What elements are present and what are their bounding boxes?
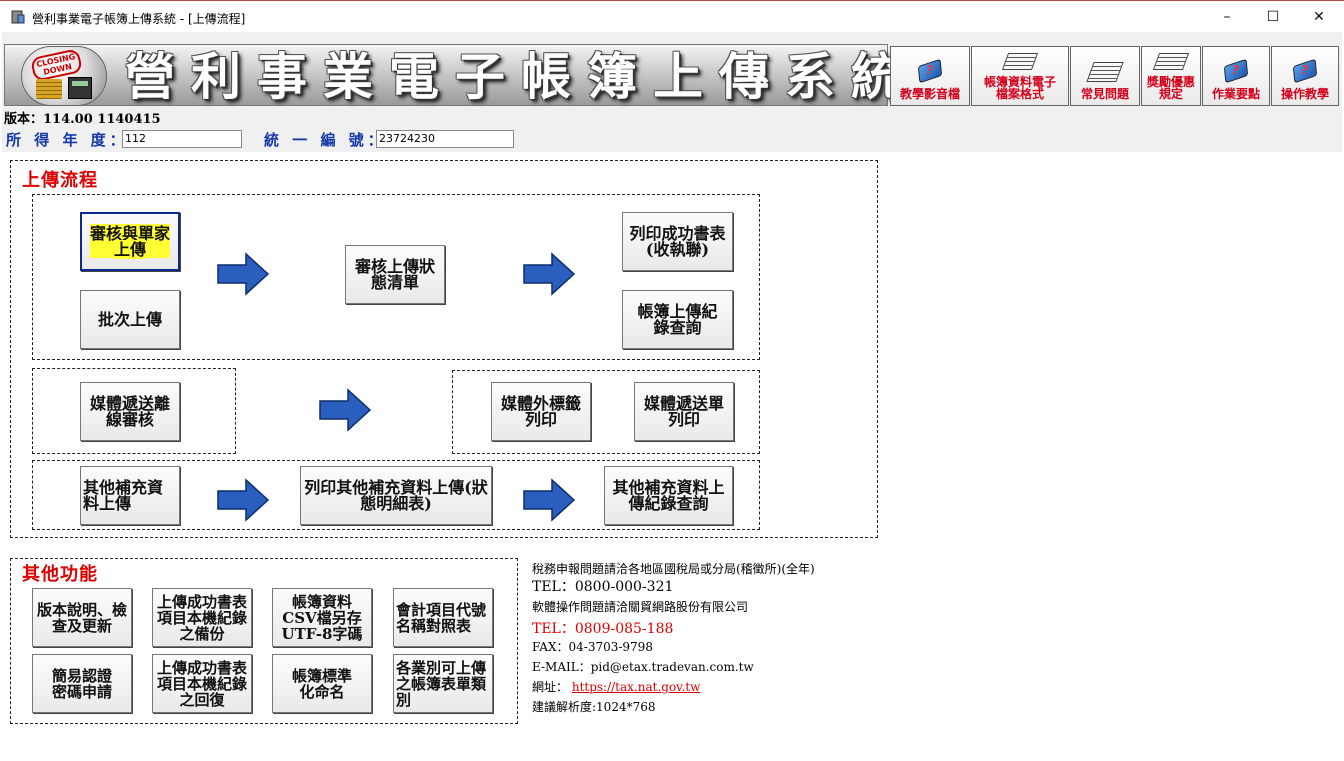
id-label: 統 一 編 號： <box>264 131 387 149</box>
password-apply-label: 簡易認證密碼申請 <box>51 666 112 701</box>
calculator-icon <box>68 77 92 99</box>
media-sheet-print-button[interactable]: 媒體遞送單列印 <box>634 382 734 441</box>
review-upload-line2: 上傳 <box>113 239 146 259</box>
button-label: 作業要點 <box>1211 87 1260 101</box>
csv-utf8-button[interactable]: 帳簿資料CSV檔另存UTF-8字碼 <box>272 588 372 647</box>
upload-log-label: 帳簿上傳紀錄查詢 <box>637 301 718 337</box>
review-status-button[interactable]: 審核上傳狀態清單 <box>345 245 445 304</box>
other-upload-log-button[interactable]: 其他補充資料上傳紀錄查詢 <box>604 466 733 525</box>
restore-records-label: 上傳成功書表項目本機紀錄之回復 <box>156 658 247 709</box>
csv-utf8-label: 帳簿資料CSV檔另存UTF-8字碼 <box>281 592 363 643</box>
other-upload-button[interactable]: 其他補充資料上傳 <box>80 466 180 525</box>
arrow-right-icon <box>523 478 576 522</box>
tax-tel-text: TEL：0800-000-321 <box>532 579 674 595</box>
review-status-label: 審核上傳狀態清單 <box>355 256 436 292</box>
button-label: 帳簿資料電子 檔案格式 <box>983 75 1056 101</box>
media-label-print-button[interactable]: 媒體外標籤列印 <box>491 382 591 441</box>
standard-naming-label: 帳簿標準化命名 <box>291 666 352 701</box>
password-apply-button[interactable]: 簡易認證密碼申請 <box>32 654 132 713</box>
arrow-right-icon <box>217 478 270 522</box>
software-tel-text: TEL：0809-085-188 <box>532 621 674 637</box>
book-question-icon <box>1223 58 1249 84</box>
button-label: 操作教學 <box>1280 87 1329 101</box>
book-question-icon <box>1292 58 1318 84</box>
book-question-icon <box>917 58 943 84</box>
print-other-label: 列印其他補充資料上傳(狀態明細表) <box>304 477 488 513</box>
arrow-right-icon <box>217 252 270 296</box>
incentive-rules-button[interactable]: 獎勵優惠 規定 <box>1141 46 1201 106</box>
print-other-status-button[interactable]: 列印其他補充資料上傳(狀態明細表) <box>300 466 492 525</box>
banner-title: 營利事業電子帳簿上傳系統 <box>125 47 917 106</box>
operation-tutorial-button[interactable]: 操作教學 <box>1271 46 1339 106</box>
window-title: 營利事業電子帳簿上傳系統 - [上傳流程] <box>32 12 246 26</box>
business-type-forms-button[interactable]: 各業別可上傳之帳簿表單類別 <box>393 654 493 713</box>
restore-records-button[interactable]: 上傳成功書表項目本機紀錄之回復 <box>152 654 252 713</box>
backup-records-label: 上傳成功書表項目本機紀錄之備份 <box>156 592 247 643</box>
app-icon <box>11 10 25 24</box>
website-row: 網址： https://tax.nat.gov.tw <box>532 678 700 695</box>
media-offline-button[interactable]: 媒體遞送離線審核 <box>80 382 180 441</box>
media-label-text: 媒體外標籤列印 <box>501 393 582 429</box>
button-label: 獎勵優惠 規定 <box>1146 75 1195 101</box>
tutorial-video-button[interactable]: 教學影音檔 <box>890 46 970 106</box>
paper-stack-icon <box>1152 53 1190 70</box>
account-code-table-button[interactable]: 會計項目代號名稱對照表 <box>393 588 493 647</box>
backup-records-button[interactable]: 上傳成功書表項目本機紀錄之備份 <box>152 588 252 647</box>
button-label: 常見問題 <box>1080 87 1129 101</box>
id-field-row: 統 一 編 號： <box>264 129 387 151</box>
software-contact-text: 軟體操作問題請洽關貿網路股份有限公司 <box>532 600 749 614</box>
id-input[interactable]: 23724230 <box>376 130 514 148</box>
email-text: E-MAIL：pid@etax.tradevan.com.tw <box>532 660 754 674</box>
batch-upload-button[interactable]: 批次上傳 <box>80 290 180 349</box>
field-row: 所 得 年 度： <box>6 129 129 151</box>
title-bar: 營利事業電子帳簿上傳系統 - [上傳流程] – ☐ ✕ <box>0 0 1344 32</box>
resolution-text: 建議解析度:1024*768 <box>532 700 656 714</box>
version-label: 版本：114.00 1140415 <box>4 112 161 127</box>
website-link[interactable]: https://tax.nat.gov.tw <box>572 680 701 694</box>
button-label: 教學影音檔 <box>899 87 960 101</box>
version-check-button[interactable]: 版本說明、檢查及更新 <box>32 588 132 647</box>
faq-button[interactable]: 常見問題 <box>1070 46 1140 106</box>
content-area: 上傳流程 審核與單家 上傳 批次上傳 審核上傳狀態清單 列印成功書表(收執聯) 帳… <box>2 152 1342 756</box>
media-sheet-text: 媒體遞送單列印 <box>644 393 725 429</box>
account-code-label: 會計項目代號名稱對照表 <box>396 600 487 635</box>
review-upload-label: 審核與單家 上傳 <box>89 223 170 259</box>
business-type-label: 各業別可上傳之帳簿表單類別 <box>396 658 487 709</box>
media-offline-label: 媒體遞送離線審核 <box>90 393 171 429</box>
maximize-button[interactable]: ☐ <box>1250 1 1296 33</box>
print-receipt-label: 列印成功書表(收執聯) <box>629 223 726 259</box>
paper-stack-icon <box>1001 53 1039 70</box>
fax-text: FAX：04-3703-9798 <box>532 640 653 654</box>
upload-log-button[interactable]: 帳簿上傳紀錄查詢 <box>622 290 733 349</box>
close-button[interactable]: ✕ <box>1296 1 1342 33</box>
operation-guidelines-button[interactable]: 作業要點 <box>1202 46 1270 106</box>
other-log-label: 其他補充資料上傳紀錄查詢 <box>612 477 725 513</box>
review-upload-button[interactable]: 審核與單家 上傳 <box>80 212 180 271</box>
file-format-button[interactable]: 帳簿資料電子 檔案格式 <box>971 46 1069 106</box>
upload-flow-title: 上傳流程 <box>22 170 98 191</box>
standard-naming-button[interactable]: 帳簿標準化命名 <box>272 654 372 713</box>
print-receipt-button[interactable]: 列印成功書表(收執聯) <box>622 212 733 271</box>
tax-contact-text: 稅務申報問題請洽各地區國稅局或分局(稽徵所)(全年) <box>532 562 815 576</box>
arrow-right-icon <box>319 388 372 432</box>
website-label: 網址： <box>532 680 569 694</box>
year-label: 所 得 年 度： <box>6 131 129 149</box>
minimize-button[interactable]: – <box>1204 1 1250 33</box>
year-input[interactable]: 112 <box>122 130 242 148</box>
logo: CLOSING DOWN <box>21 46 107 106</box>
coins-icon <box>36 79 62 99</box>
other-upload-label: 其他補充資料上傳 <box>83 477 164 513</box>
main-window: CLOSINGDOWN 營利事業電子帳簿上傳系統 教學影音檔 帳簿資料電子檔案格… <box>2 32 1342 756</box>
banner: CLOSING DOWN 營利事業電子帳簿上傳系統 <box>4 44 901 106</box>
arrow-right-icon <box>523 252 576 296</box>
other-functions-title: 其他功能 <box>22 564 98 585</box>
paper-stack-icon <box>1086 62 1124 82</box>
version-check-label: 版本說明、檢查及更新 <box>36 600 127 635</box>
